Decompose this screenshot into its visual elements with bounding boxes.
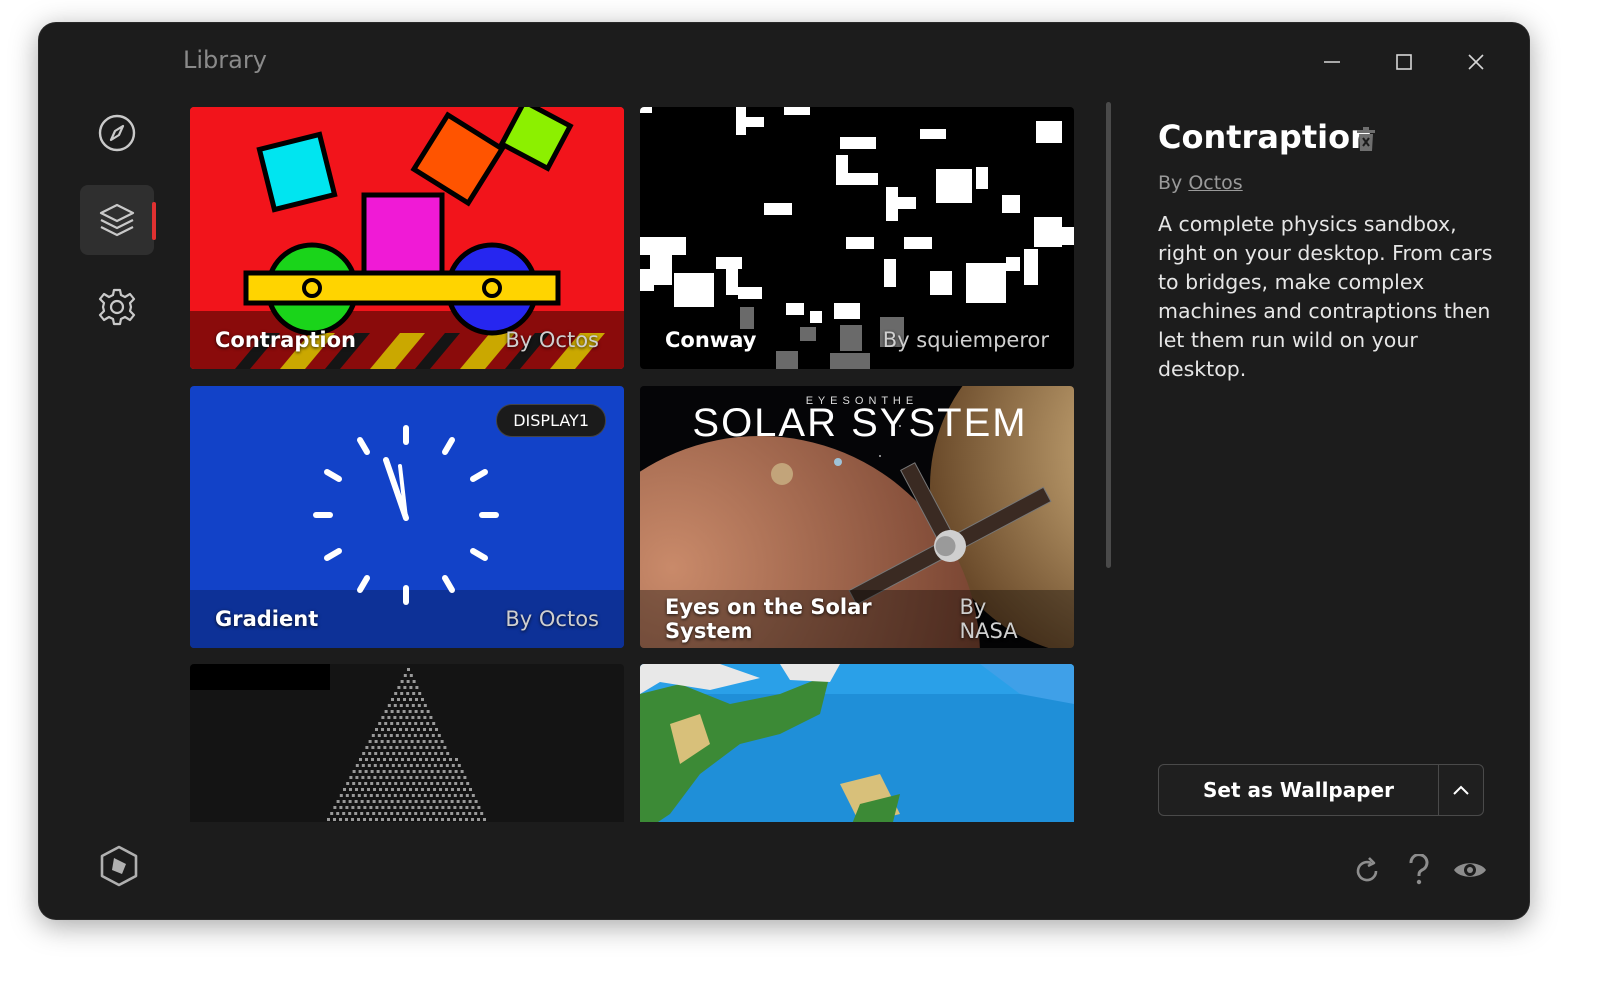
card-title: Conway [665, 328, 757, 352]
wallpaper-grid: Contraption By Octos Conway By squiemper… [190, 106, 1075, 822]
refresh-button[interactable] [1352, 856, 1382, 890]
detail-author: By Octos [1158, 172, 1243, 194]
nav-settings[interactable] [80, 272, 154, 342]
card-author: By Octos [505, 607, 599, 631]
card-title: Eyes on the Solar System [665, 595, 872, 643]
grid-scrollbar[interactable] [1106, 102, 1111, 568]
active-nav-indicator [152, 202, 156, 240]
author-prefix: By [1158, 172, 1183, 194]
help-button[interactable] [1406, 853, 1432, 890]
card-footer: Conway By squiemperor [640, 311, 1074, 369]
set-wallpaper-split-button: Set as Wallpaper [1158, 764, 1484, 816]
detail-title: Contraption [1158, 118, 1373, 156]
card-footer: Contraption By Octos [190, 311, 624, 369]
refresh-icon [1356, 857, 1378, 882]
maximize-icon [1396, 54, 1412, 70]
wallpaper-card[interactable]: E Y E S O N T H E SOLAR SYSTEM Eyes on t… [640, 386, 1074, 648]
display-badge: DISPLAY1 [496, 404, 606, 437]
gear-icon [98, 288, 136, 326]
layers-icon [99, 203, 135, 237]
world-map-thumbnail [640, 664, 1074, 822]
help-icon [1409, 853, 1429, 885]
close-button[interactable] [1454, 40, 1498, 84]
card-footer: Gradient By Octos [190, 590, 624, 648]
card-footer: Eyes on the Solar System By NASA [640, 590, 1074, 648]
set-wallpaper-button[interactable]: Set as Wallpaper [1159, 765, 1439, 815]
nav-library[interactable] [80, 185, 154, 255]
maximize-button[interactable] [1382, 40, 1426, 84]
wallpaper-options-button[interactable] [1439, 765, 1483, 815]
wallpaper-card[interactable]: Contraption By Octos [190, 107, 624, 369]
minimize-icon [1324, 61, 1340, 63]
card-author: By squiemperor [882, 328, 1049, 352]
chevron-up-icon [1453, 785, 1469, 795]
app-logo-button[interactable] [98, 844, 140, 892]
author-link[interactable]: Octos [1188, 172, 1242, 194]
wallpaper-card[interactable]: Conway By squiemperor [640, 107, 1074, 369]
wallpaper-card[interactable]: DISPLAY1 Gradient By Octos [190, 386, 624, 648]
trash-icon [1357, 127, 1375, 151]
app-logo-icon [100, 845, 138, 887]
close-icon [1468, 54, 1484, 70]
minimize-button[interactable] [1310, 40, 1354, 84]
app-window: Library Contraption By Octos Conway By s… [38, 22, 1530, 920]
banner-main-text: SOLAR SYSTEM [692, 401, 1027, 445]
pixel-art-thumbnail [190, 664, 624, 822]
card-title: Gradient [215, 607, 319, 631]
eye-icon [1454, 863, 1486, 877]
preview-button[interactable] [1452, 858, 1488, 886]
window-title: Library [183, 46, 267, 74]
compass-icon [98, 114, 136, 152]
wallpaper-card[interactable] [190, 664, 624, 822]
wallpaper-card[interactable] [640, 664, 1074, 822]
nav-discover[interactable] [80, 98, 154, 168]
card-author: By NASA [959, 595, 1018, 643]
delete-button[interactable] [1354, 126, 1378, 152]
detail-description: A complete physics sandbox, right on you… [1158, 212, 1493, 381]
card-author: By Octos [505, 328, 599, 352]
card-title: Contraption [215, 328, 357, 352]
